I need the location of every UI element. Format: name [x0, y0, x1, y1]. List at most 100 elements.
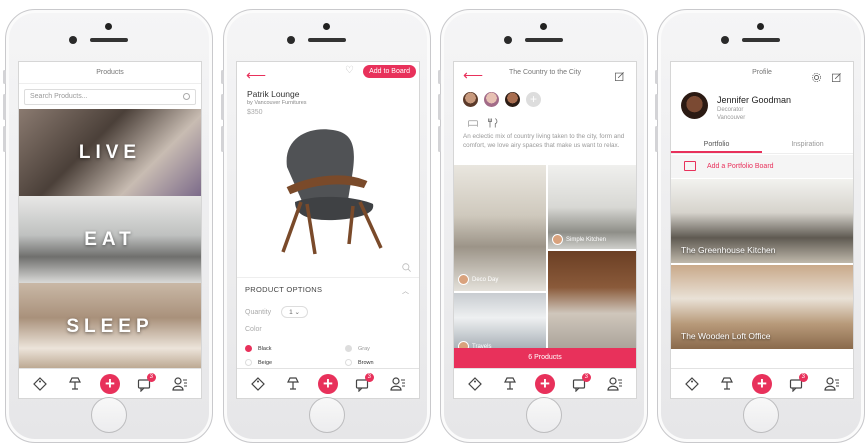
products-bar[interactable]: 6 Products: [454, 348, 636, 368]
heart-icon[interactable]: ♡: [345, 66, 357, 76]
speaker: [742, 38, 780, 42]
tab-bar: + 3: [237, 368, 419, 398]
product-brand: by Vancouver Furnitures: [247, 100, 307, 106]
messages-icon[interactable]: 3: [134, 372, 156, 395]
product-price: $350: [247, 109, 263, 116]
board-description: An eclectic mix of country living taken …: [463, 133, 625, 149]
board-image[interactable]: Travels: [454, 293, 546, 355]
options-title: PRODUCT OPTIONS: [245, 285, 323, 294]
tag-label: Simple Kitchen: [566, 236, 607, 243]
board-title: The Wooden Loft Office: [681, 331, 771, 341]
plus-icon[interactable]: +: [317, 373, 339, 395]
badge: 3: [798, 372, 808, 382]
product-options: PRODUCT OPTIONS ︿ Quantity 1 ⌄ Color Bla…: [237, 277, 419, 370]
search-input[interactable]: Search Products...: [24, 89, 196, 105]
tag-icon[interactable]: [681, 373, 703, 395]
camera: [757, 23, 764, 30]
edit-icon[interactable]: [825, 66, 847, 88]
profile-role: Decorator: [717, 107, 744, 113]
home-button[interactable]: [526, 397, 562, 433]
search-icon: [183, 93, 190, 100]
color-swatch: [245, 345, 252, 352]
tab-bar: + 3: [19, 368, 201, 398]
add-to-board-button[interactable]: Add to Board: [363, 65, 416, 78]
messages-icon[interactable]: 3: [786, 372, 808, 395]
board-image-grid: Deco Day Simple Kitchen Travels: [454, 165, 636, 355]
home-button[interactable]: [743, 397, 779, 433]
camera: [323, 23, 330, 30]
speaker: [308, 38, 346, 42]
messages-icon[interactable]: 3: [569, 372, 591, 395]
avatar[interactable]: [484, 92, 499, 107]
tag-icon[interactable]: [29, 373, 51, 395]
products-screen: Products Search Products... LIVE EAT SLE…: [18, 61, 202, 399]
phone-board: ⟵ The Country to the City + An eclectic …: [438, 9, 648, 443]
plus-icon[interactable]: +: [99, 373, 121, 395]
color-swatch: [345, 359, 352, 366]
tag-icon[interactable]: [247, 373, 269, 395]
tag-label: Deco Day: [472, 276, 499, 283]
lamp-icon[interactable]: [499, 373, 521, 395]
lamp-icon[interactable]: [282, 373, 304, 395]
speaker: [90, 38, 128, 42]
portfolio-board[interactable]: The Wooden Loft Office: [671, 265, 853, 349]
chair-image: [281, 129, 383, 255]
camera: [540, 23, 547, 30]
avatar[interactable]: [505, 92, 520, 107]
profile-city: Vancouver: [717, 115, 746, 121]
board-screen: ⟵ The Country to the City + An eclectic …: [453, 61, 637, 399]
color-option-beige[interactable]: Beige: [245, 359, 272, 366]
profile-icon[interactable]: [821, 373, 843, 395]
lamp-icon[interactable]: [64, 373, 86, 395]
portfolio-board[interactable]: The Greenhouse Kitchen: [671, 179, 853, 263]
tab-bar: + 3: [454, 368, 636, 398]
home-button[interactable]: [309, 397, 345, 433]
tab-inspiration[interactable]: Inspiration: [762, 136, 853, 153]
phone-profile: Profile Jennifer Goodman Decorator Vanco…: [655, 9, 865, 443]
tag-icon[interactable]: [464, 373, 486, 395]
phone-products: Products Search Products... LIVE EAT SLE…: [3, 9, 213, 443]
tile-sleep[interactable]: SLEEP: [19, 283, 201, 370]
plus-icon[interactable]: +: [534, 373, 556, 395]
badge: 3: [364, 372, 374, 382]
color-option-gray[interactable]: Gray: [345, 345, 370, 352]
add-collaborator-icon[interactable]: +: [526, 92, 541, 107]
plus-icon[interactable]: +: [751, 373, 773, 395]
page-title: Products: [19, 62, 201, 84]
messages-icon[interactable]: 3: [352, 372, 374, 395]
add-portfolio-board-button[interactable]: Add a Portfolio Board: [671, 155, 853, 178]
cutlery-icon: [482, 112, 504, 134]
board-image[interactable]: [548, 251, 636, 355]
profile-name: Jennifer Goodman: [717, 95, 792, 105]
tab-portfolio[interactable]: Portfolio: [671, 136, 762, 153]
chevron-up-icon[interactable]: ︿: [402, 286, 409, 296]
tile-eat[interactable]: EAT: [19, 196, 201, 283]
zoom-icon[interactable]: [399, 260, 413, 274]
product-name: Patrik Lounge: [247, 89, 300, 99]
color-swatch: [245, 359, 252, 366]
edit-icon[interactable]: [608, 65, 630, 87]
profile-icon[interactable]: [604, 373, 626, 395]
tile-live[interactable]: LIVE: [19, 109, 201, 196]
avatar: [681, 92, 708, 119]
gear-icon[interactable]: [805, 66, 827, 88]
color-swatch: [345, 345, 352, 352]
avatar[interactable]: [463, 92, 478, 107]
tab-bar: + 3: [671, 368, 853, 398]
home-button[interactable]: [91, 397, 127, 433]
board-image[interactable]: Deco Day: [454, 165, 546, 291]
back-arrow-icon[interactable]: ⟵: [246, 68, 266, 82]
board-image[interactable]: Simple Kitchen: [548, 165, 636, 249]
quantity-select[interactable]: 1 ⌄: [281, 306, 308, 318]
board-add-icon: [684, 161, 696, 171]
profile-tabs: Portfolio Inspiration: [671, 136, 853, 154]
board-title: The Greenhouse Kitchen: [681, 245, 776, 255]
badge: 3: [581, 372, 591, 382]
profile-screen: Profile Jennifer Goodman Decorator Vanco…: [670, 61, 854, 399]
profile-icon[interactable]: [387, 373, 409, 395]
color-option-black[interactable]: Black: [245, 345, 271, 352]
speaker: [525, 38, 563, 42]
profile-icon[interactable]: [169, 373, 191, 395]
color-option-brown[interactable]: Brown: [345, 359, 374, 366]
lamp-icon[interactable]: [716, 373, 738, 395]
